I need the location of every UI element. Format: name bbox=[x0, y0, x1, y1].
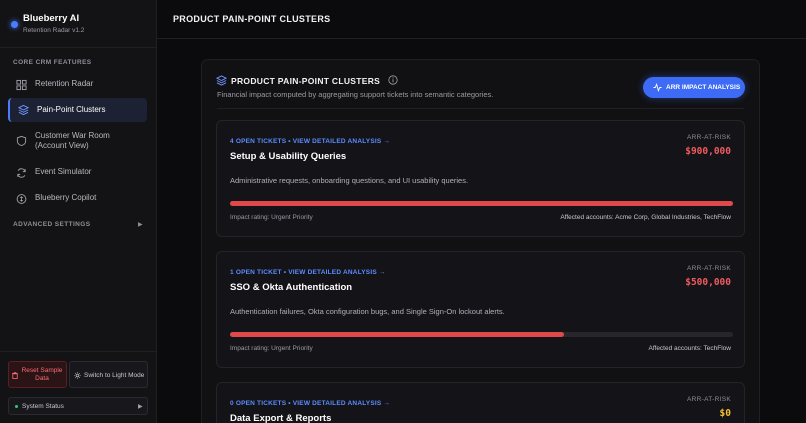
arr-impact-analysis-button[interactable]: ARR IMPACT ANALYSIS bbox=[643, 77, 745, 98]
sidebar-item-customer-war-room[interactable]: Customer War Room (Account View) bbox=[8, 128, 147, 154]
layers-icon bbox=[18, 104, 29, 116]
light-mode-toggle-button[interactable]: Switch to Light Mode bbox=[69, 361, 148, 388]
view-analysis-link[interactable]: 0 OPEN TICKETS • VIEW DETAILED ANALYSIS … bbox=[230, 400, 390, 407]
brand-name: Blueberry AI bbox=[23, 13, 80, 24]
view-analysis-link[interactable]: 4 OPEN TICKETS • VIEW DETAILED ANALYSIS … bbox=[230, 138, 390, 145]
sidebar-item-blueberry-copilot[interactable]: Blueberry Copilot bbox=[8, 190, 147, 207]
copilot-icon bbox=[16, 193, 27, 204]
cluster-card: 4 OPEN TICKETS • VIEW DETAILED ANALYSIS … bbox=[216, 120, 745, 237]
reset-sample-data-button[interactable]: Reset Sample Data bbox=[8, 361, 67, 388]
panel-subtitle: Financial impact computed by aggregating… bbox=[217, 90, 494, 99]
panel-title: PRODUCT PAIN-POINT CLUSTERS bbox=[231, 76, 381, 86]
arr-impact-analysis-label: ARR IMPACT ANALYSIS bbox=[666, 84, 741, 91]
reset-sample-data-label: Reset Sample Data bbox=[21, 367, 63, 382]
divider bbox=[217, 108, 744, 109]
arr-at-risk-value: $900,000 bbox=[685, 146, 731, 157]
sidebar-item-pain-point-clusters[interactable]: Pain-Point Clusters bbox=[8, 98, 147, 122]
arr-at-risk-label: ARR-AT-RISK bbox=[687, 134, 731, 141]
expand-arrow-icon[interactable]: ▶ bbox=[138, 221, 143, 228]
cluster-description: Authentication failures, Okta configurat… bbox=[230, 307, 505, 316]
clusters-panel bbox=[201, 59, 760, 423]
brand[interactable]: Blueberry AI Retention Radar v1.2 bbox=[10, 12, 150, 38]
impact-bar-fill bbox=[230, 332, 565, 337]
grid-icon bbox=[16, 79, 27, 90]
refresh-icon bbox=[17, 167, 26, 178]
info-icon[interactable] bbox=[388, 75, 398, 85]
view-analysis-link[interactable]: 1 OPEN TICKET • VIEW DETAILED ANALYSIS → bbox=[230, 269, 386, 276]
shield-icon bbox=[16, 135, 27, 147]
sidebar-item-label: Retention Radar bbox=[35, 79, 94, 88]
system-status-toggle[interactable]: System Status ▶ bbox=[8, 397, 148, 415]
activity-icon bbox=[653, 83, 662, 92]
impact-bar-fill bbox=[230, 201, 733, 206]
cluster-card: 1 OPEN TICKET • VIEW DETAILED ANALYSIS →… bbox=[216, 251, 745, 368]
impact-rating: Impact rating: Urgent Priority bbox=[230, 214, 313, 221]
cluster-title: SSO & Okta Authentication bbox=[230, 282, 353, 293]
cluster-card: 0 OPEN TICKETS • VIEW DETAILED ANALYSIS … bbox=[216, 382, 745, 423]
trash-icon bbox=[12, 372, 18, 379]
arr-at-risk-value: $500,000 bbox=[685, 277, 731, 288]
section-title-core: CORE CRM FEATURES bbox=[13, 59, 92, 66]
affected-accounts: Affected accounts: Acme Corp, Global Ind… bbox=[560, 214, 731, 221]
arr-at-risk-label: ARR-AT-RISK bbox=[687, 396, 731, 403]
divider bbox=[0, 351, 157, 352]
sidebar-item-label: Event Simulator bbox=[35, 167, 92, 176]
arr-at-risk-label: ARR-AT-RISK bbox=[687, 265, 731, 272]
affected-accounts: Affected accounts: TechFlow bbox=[648, 345, 731, 352]
brand-logo-dot bbox=[11, 21, 18, 28]
brand-version: Retention Radar v1.2 bbox=[23, 27, 85, 34]
light-mode-label: Switch to Light Mode bbox=[84, 372, 145, 379]
sidebar-item-event-simulator[interactable]: Event Simulator bbox=[8, 164, 147, 181]
cluster-title: Data Export & Reports bbox=[230, 413, 332, 423]
sidebar-item-retention-radar[interactable]: Retention Radar bbox=[8, 76, 147, 93]
top-bar: PRODUCT PAIN-POINT CLUSTERS bbox=[157, 0, 806, 39]
cluster-description: Administrative requests, onboarding ques… bbox=[230, 176, 469, 185]
impact-bar bbox=[230, 201, 733, 206]
sidebar: Blueberry AI Retention Radar v1.2 CORE C… bbox=[0, 0, 157, 423]
arr-at-risk-value: $0 bbox=[719, 408, 731, 419]
sun-icon bbox=[74, 372, 81, 379]
impact-bar bbox=[230, 332, 733, 337]
layers-icon bbox=[216, 75, 227, 86]
divider bbox=[0, 47, 157, 48]
sidebar-item-label: Pain-Point Clusters bbox=[37, 105, 106, 114]
impact-rating: Impact rating: Urgent Priority bbox=[230, 345, 313, 352]
sidebar-item-label: Customer War Room (Account View) bbox=[35, 131, 110, 150]
expand-arrow-icon: ▶ bbox=[138, 404, 143, 410]
section-title-advanced[interactable]: ADVANCED SETTINGS bbox=[13, 221, 90, 228]
cluster-title: Setup & Usability Queries bbox=[230, 151, 347, 162]
page-title: PRODUCT PAIN-POINT CLUSTERS bbox=[173, 14, 331, 24]
sidebar-item-label: Blueberry Copilot bbox=[35, 193, 97, 202]
system-status-label: System Status bbox=[22, 403, 64, 410]
status-indicator-dot bbox=[15, 405, 18, 408]
